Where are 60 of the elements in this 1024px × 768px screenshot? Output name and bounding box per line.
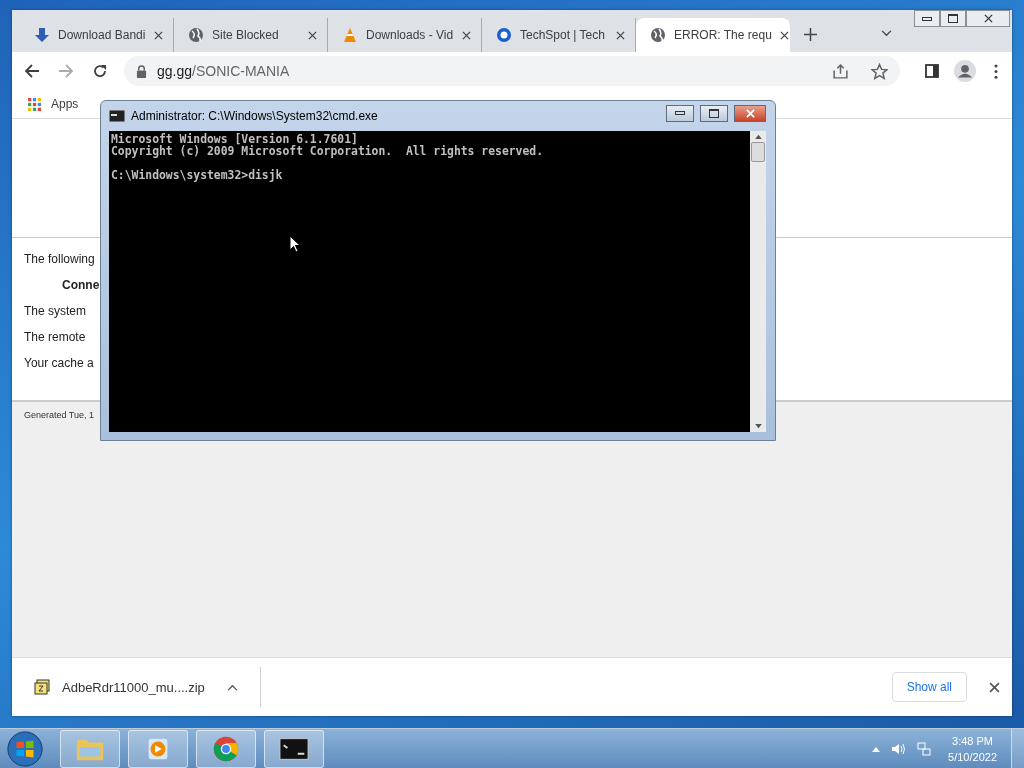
- console-line: Copyright (c) 2009 Microsoft Corporation. All rights reserved.: [111, 145, 545, 157]
- ring-icon: [496, 27, 512, 43]
- browser-tab[interactable]: Downloads - Vid: [328, 18, 482, 52]
- restore-button[interactable]: [940, 10, 966, 27]
- close-icon: [745, 108, 755, 118]
- close-button[interactable]: [734, 104, 766, 122]
- globe-icon: [650, 27, 666, 43]
- scroll-down-icon[interactable]: [754, 424, 762, 429]
- reload-icon[interactable]: [92, 63, 108, 79]
- speaker-icon[interactable]: [890, 741, 907, 757]
- error-text: Your cache a: [24, 356, 95, 370]
- close-icon[interactable]: [154, 30, 163, 40]
- scroll-thumb[interactable]: [751, 142, 765, 162]
- close-icon: [983, 14, 993, 23]
- console-icon[interactable]: [279, 735, 309, 763]
- chrome-icon[interactable]: [211, 735, 241, 763]
- apps-grid-icon: [28, 97, 41, 111]
- close-icon[interactable]: [989, 681, 1000, 693]
- close-icon[interactable]: [779, 30, 789, 40]
- minimize-button[interactable]: [914, 10, 940, 27]
- close-icon[interactable]: [308, 30, 317, 40]
- mouse-cursor-icon: [289, 235, 301, 253]
- show-all-button[interactable]: Show all: [891, 672, 967, 702]
- profile-icon[interactable]: [954, 60, 976, 82]
- footer-text: Generated Tue, 1: [24, 410, 95, 420]
- error-text: The following: [24, 252, 96, 266]
- chevron-down-icon[interactable]: [881, 30, 892, 37]
- minimize-button[interactable]: [666, 104, 694, 122]
- address-bar[interactable]: gg.gg/SONIC-MANIA: [124, 56, 900, 86]
- zip-file-icon: [34, 679, 50, 695]
- side-panel-icon[interactable]: [924, 63, 940, 79]
- error-text: The remote: [24, 330, 87, 344]
- globe-icon: [188, 27, 204, 43]
- download-item[interactable]: AdbeRdr11000_mu....zip: [62, 679, 205, 695]
- menu-icon[interactable]: [994, 63, 998, 79]
- browser-tab[interactable]: Site Blocked: [174, 18, 328, 52]
- close-icon[interactable]: [616, 30, 625, 40]
- console-prompt: C:\Windows\system32>disjk: [111, 169, 284, 181]
- back-icon[interactable]: [24, 63, 40, 79]
- show-hidden-icons-icon[interactable]: [872, 746, 881, 752]
- caret-icon[interactable]: [226, 683, 238, 691]
- error-heading: Conne: [61, 278, 101, 292]
- error-text: The system: [24, 304, 87, 318]
- share-icon[interactable]: [832, 62, 849, 80]
- star-icon[interactable]: [871, 62, 888, 80]
- new-tab-icon[interactable]: [804, 28, 817, 41]
- start-button[interactable]: [6, 730, 44, 768]
- scrollbar[interactable]: [750, 131, 766, 432]
- console-icon: [109, 110, 125, 122]
- download-arrow-icon: [34, 27, 50, 43]
- scroll-up-icon[interactable]: [754, 134, 762, 139]
- window-title: Administrator: C:\Windows\System32\cmd.exe: [131, 109, 378, 123]
- traffic-cone-icon: [342, 27, 358, 43]
- browser-tab[interactable]: Download Bandi: [20, 18, 174, 52]
- console-line: Microsoft Windows [Version 6.1.7601]: [111, 133, 358, 145]
- close-icon[interactable]: [462, 30, 471, 40]
- browser-tab[interactable]: ERROR: The requ: [636, 18, 790, 52]
- bookmark-link[interactable]: Apps: [28, 97, 79, 111]
- maximize-button[interactable]: [700, 104, 728, 122]
- lock-icon: [136, 64, 147, 78]
